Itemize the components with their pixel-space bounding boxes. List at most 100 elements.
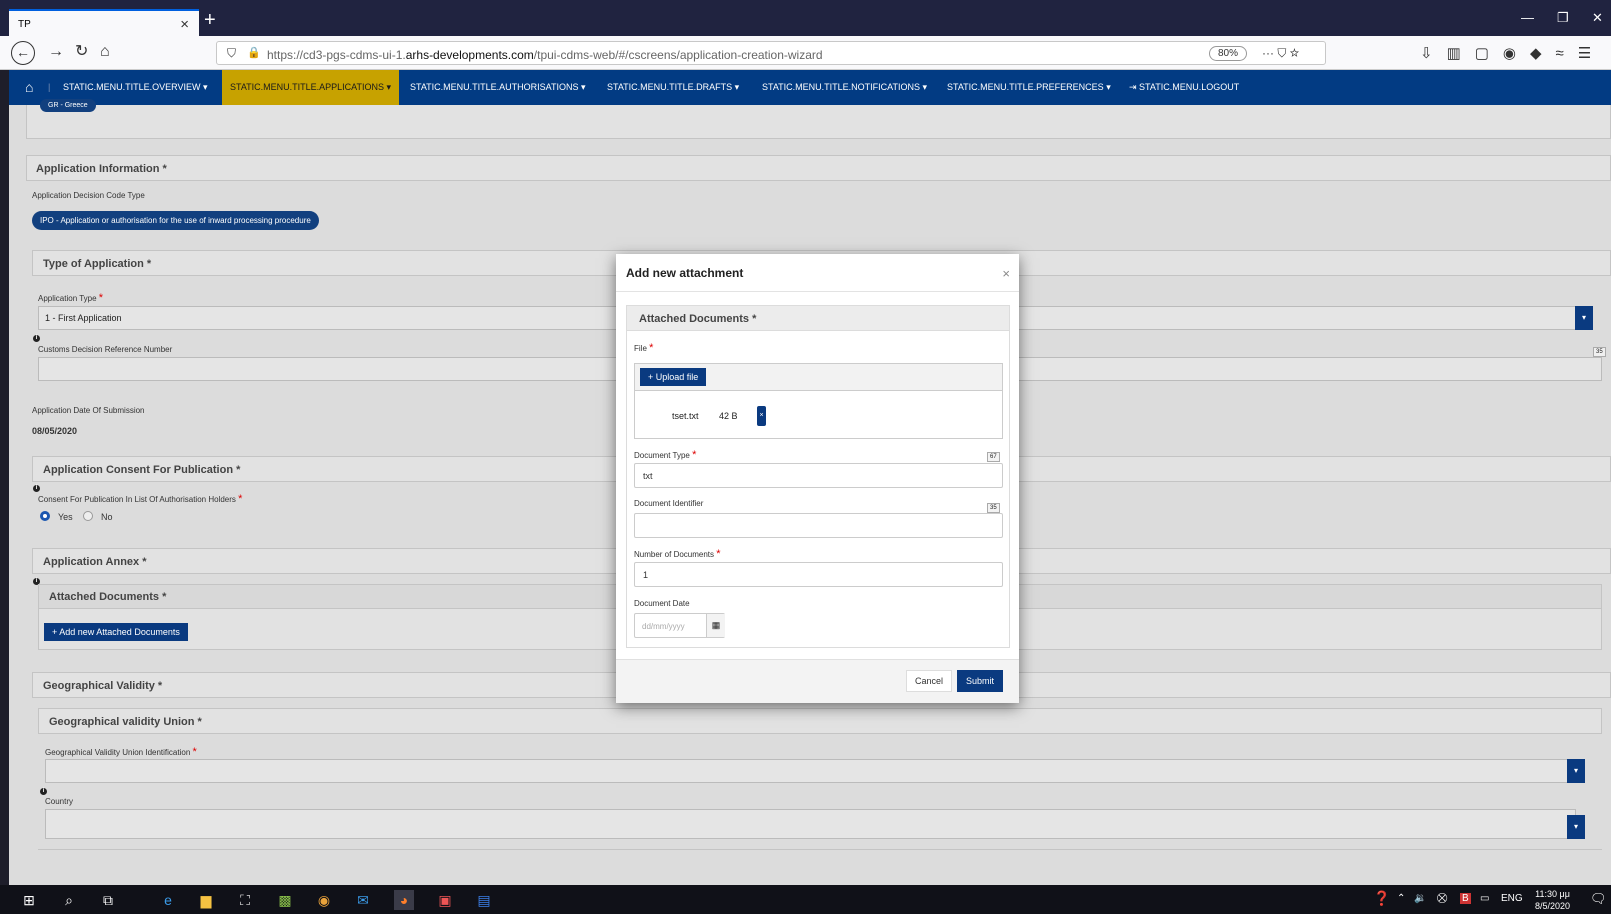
file-size: 42 B: [719, 411, 738, 421]
app-type-label: Application Type *: [38, 292, 104, 304]
geo-union-dropdown-icon[interactable]: ▾: [1567, 759, 1585, 783]
doc-type-label: Document Type *: [634, 449, 697, 461]
upload-toolbar: + Upload file: [635, 364, 1002, 391]
remove-file-icon[interactable]: ×: [757, 406, 766, 426]
file-name: tset.txt: [672, 411, 699, 421]
forward-icon[interactable]: →: [48, 43, 64, 61]
add-attached-docs-button[interactable]: + Add new Attached Documents: [44, 623, 188, 641]
firefox-icon[interactable]: ◕: [394, 890, 414, 910]
file-explorer-icon[interactable]: ▆: [196, 890, 216, 910]
restore-icon[interactable]: ❐: [1557, 10, 1569, 26]
back-icon[interactable]: ←: [11, 41, 35, 65]
menu-authorisations[interactable]: STATIC.MENU.TITLE.AUTHORISATIONS ▾: [410, 70, 586, 105]
lock-icon[interactable]: 🔒: [247, 46, 261, 59]
language-indicator[interactable]: ENG: [1501, 893, 1523, 904]
menu-notifications[interactable]: STATIC.MENU.TITLE.NOTIFICATIONS ▾: [762, 70, 927, 105]
edge-icon[interactable]: e: [158, 890, 178, 910]
country-dropdown-icon[interactable]: ▾: [1567, 815, 1585, 839]
doc-date-label: Document Date: [634, 599, 690, 608]
annex-title: Application Annex *: [43, 556, 147, 568]
menu-logout[interactable]: ⇥ STATIC.MENU.LOGOUT: [1129, 70, 1239, 105]
pdf-app-icon[interactable]: ▣: [435, 890, 455, 910]
submit-button[interactable]: Submit: [957, 670, 1003, 692]
search-icon[interactable]: ⌕: [59, 890, 79, 910]
info-icon[interactable]: i: [33, 485, 40, 492]
network-icon[interactable]: ⛒: [1437, 893, 1447, 904]
store-icon[interactable]: ⛶: [235, 890, 255, 910]
country-panel: GR - Greece: [26, 99, 1611, 139]
consent-no-radio[interactable]: [83, 511, 93, 521]
mail-icon[interactable]: ✉: [353, 890, 373, 910]
modal-panel-header: Attached Documents *: [627, 306, 1009, 331]
country-select[interactable]: [45, 809, 1576, 839]
help-icon[interactable]: ❓: [1373, 890, 1390, 907]
toolbar-icons[interactable]: ⇩▥▢◉◆≈☰: [1420, 44, 1605, 62]
geo-union-header: Geographical validity Union *: [38, 708, 1602, 734]
submission-value: 08/05/2020: [32, 426, 78, 436]
os-taskbar: ⊞ ⌕ ⧉ e ▆ ⛶ ▩ ◉ ✉ ◕ ▣ ▤ ❓ ⌃ 🔉 ⛒ B ▭ ENG …: [0, 885, 1611, 914]
windows-start-icon[interactable]: ⊞: [19, 890, 39, 910]
decision-code-chip[interactable]: IPO - Application or authorisation for t…: [32, 211, 319, 230]
clock[interactable]: 11:30 μμ 8/5/2020: [1535, 888, 1570, 912]
notifications-icon[interactable]: 🗨: [1590, 891, 1607, 907]
modal-header: Add new attachment ×: [616, 254, 1019, 292]
modal-title: Add new attachment: [626, 266, 744, 280]
browser-tabbar: TP × + — ❐ ✕: [0, 0, 1611, 36]
volume-icon[interactable]: 🔉: [1414, 893, 1426, 904]
cancel-button[interactable]: Cancel: [906, 670, 952, 692]
consent-yes-label: Yes: [58, 512, 73, 522]
minimize-icon[interactable]: —: [1521, 10, 1534, 25]
modal-close-icon[interactable]: ×: [1002, 266, 1010, 281]
menu-home-icon[interactable]: ⌂: [25, 70, 33, 105]
modal-panel-title: Attached Documents *: [639, 313, 757, 325]
url-bar[interactable]: ⛉ 🔒 https://cd3-pgs-cdms-ui-1.arhs-devel…: [216, 41, 1326, 65]
customs-ref-counter: 35: [1593, 347, 1606, 357]
tab-close-icon[interactable]: ×: [180, 16, 189, 33]
tray-app-icon[interactable]: B: [1460, 893, 1471, 904]
menu-drafts[interactable]: STATIC.MENU.TITLE.DRAFTS ▾: [607, 70, 739, 105]
url-text[interactable]: https://cd3-pgs-cdms-ui-1.arhs-developme…: [267, 48, 823, 62]
tab-title: TP: [18, 19, 31, 30]
tray-chevron-icon[interactable]: ⌃: [1397, 893, 1405, 904]
doc-id-label: Document Identifier: [634, 499, 704, 508]
reload-icon[interactable]: ↻: [75, 43, 88, 61]
browser-tab[interactable]: TP ×: [9, 9, 199, 36]
clock-date: 8/5/2020: [1535, 901, 1571, 911]
menu-preferences[interactable]: STATIC.MENU.TITLE.PREFERENCES ▾: [947, 70, 1111, 105]
doc-id-input[interactable]: [634, 513, 1003, 538]
calendar-icon[interactable]: ▦: [706, 614, 725, 637]
app-info-title: Application Information *: [36, 163, 167, 175]
display-icon[interactable]: ▭: [1480, 893, 1489, 904]
doc-type-counter: 67: [987, 452, 1000, 462]
modal-footer: Cancel Submit: [616, 659, 1019, 703]
geo-union-select[interactable]: [45, 759, 1576, 783]
country-chip[interactable]: GR - Greece: [40, 99, 96, 112]
upload-file-button[interactable]: + Upload file: [640, 368, 707, 386]
num-docs-label: Number of Documents *: [634, 548, 721, 560]
doc-type-input[interactable]: txt: [634, 463, 1003, 488]
shield-icon[interactable]: ⛉: [227, 46, 236, 61]
file-upload-box: + Upload file tset.txt 42 B ×: [634, 363, 1003, 439]
page-actions-icon[interactable]: ··· ⛉ ☆: [1262, 46, 1299, 61]
task-view-icon[interactable]: ⧉: [98, 890, 118, 910]
consent-yes-radio[interactable]: [40, 511, 50, 521]
doc-date-input[interactable]: dd/mm/yyyy: [642, 622, 685, 631]
chrome-icon[interactable]: ◉: [314, 890, 334, 910]
menu-applications[interactable]: STATIC.MENU.TITLE.APPLICATIONS ▾: [222, 70, 400, 105]
zoom-badge[interactable]: 80%: [1209, 46, 1248, 61]
window-close-icon[interactable]: ✕: [1592, 10, 1603, 26]
geo-union-label: Geographical Validity Union Identificati…: [45, 746, 197, 758]
app-type-dropdown-icon[interactable]: ▾: [1575, 306, 1593, 330]
home-icon[interactable]: ⌂: [100, 43, 110, 61]
new-tab-button[interactable]: +: [204, 10, 216, 30]
word-icon[interactable]: ▤: [474, 890, 494, 910]
num-docs-input[interactable]: 1: [634, 562, 1003, 587]
app-menu: ⌂ | STATIC.MENU.TITLE.OVERVIEW ▾ STATIC.…: [9, 70, 1611, 105]
modal-attached-docs-panel: Attached Documents * File * + Upload fil…: [626, 305, 1010, 648]
geo-union-title: Geographical validity Union *: [49, 716, 202, 728]
app-icon[interactable]: ▩: [275, 890, 295, 910]
info-icon[interactable]: i: [40, 788, 47, 795]
submission-label: Application Date Of Submission: [32, 406, 145, 415]
browser-navbar: ← → ↻ ⌂ ⛉ 🔒 https://cd3-pgs-cdms-ui-1.ar…: [0, 36, 1611, 70]
info-icon[interactable]: i: [33, 335, 40, 342]
